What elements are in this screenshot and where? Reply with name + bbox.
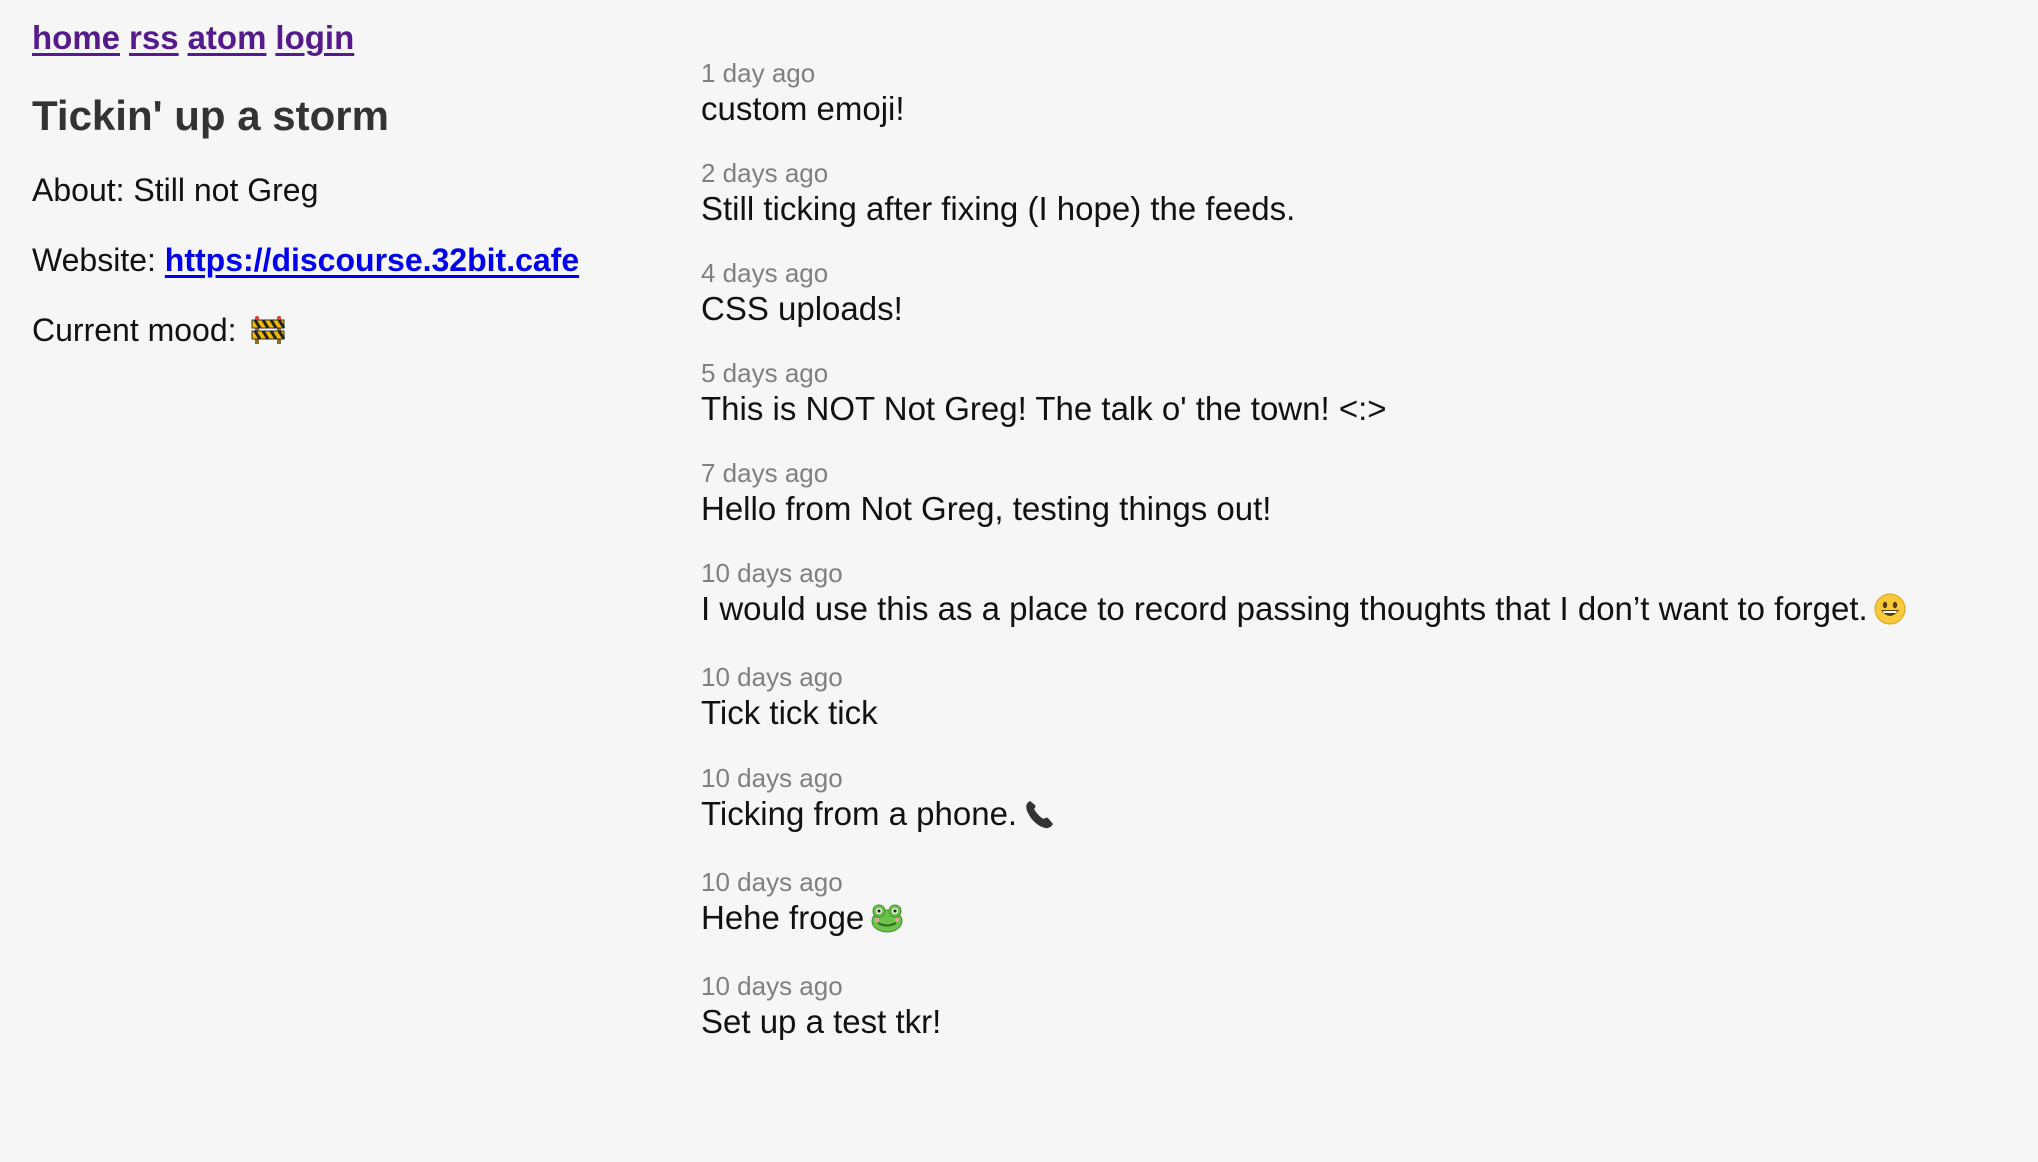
- tick-text-line: This is NOT Not Greg! The talk o' the to…: [701, 392, 1387, 426]
- telephone-receiver-icon: [1023, 798, 1057, 836]
- construction-barrier-icon: [251, 314, 286, 344]
- tick-message: Still ticking after fixing (I hope) the …: [701, 190, 1296, 227]
- tick-item: 10 days ago I would use this as a place t…: [701, 554, 1906, 631]
- tick-message: Hehe froge: [701, 899, 865, 936]
- tick-message: CSS uploads!: [701, 290, 903, 327]
- tick-item: 5 days ago This is NOT Not Greg! The talk…: [701, 354, 1387, 426]
- mood-label: Current mood:: [32, 312, 237, 348]
- tick-text-line: Still ticking after fixing (I hope) the …: [701, 192, 1295, 226]
- tick-timestamp: 2 days ago: [701, 158, 829, 188]
- tick-text-line: CSS uploads!: [701, 292, 903, 326]
- website-line: Website: https://discourse.32bit.cafe: [32, 240, 632, 280]
- tick-message: Hello from Not Greg, testing things out!: [701, 490, 1272, 527]
- tick-text-line: Ticking from a phone.: [701, 797, 1057, 836]
- about-line: About: Still not Greg: [32, 170, 632, 210]
- nav-rss-link[interactable]: rss: [129, 14, 179, 62]
- tick-message: Set up a test tkr!: [701, 1003, 942, 1040]
- nav-atom-link[interactable]: atom: [188, 14, 267, 62]
- grinning-face-icon: [1874, 593, 1906, 631]
- tick-item: 2 days ago Still ticking after fixing (I …: [701, 154, 1295, 226]
- tick-text-line: Set up a test tkr!: [701, 1005, 941, 1039]
- tick-text-line: Hehe froge: [701, 901, 904, 940]
- tick-item: 4 days ago CSS uploads!: [701, 254, 903, 326]
- page: home rss atom login Tickin' up a storm A…: [0, 0, 2038, 1162]
- tick-timestamp: 10 days ago: [701, 558, 843, 588]
- tick-item: 10 days ago Ticking from a phone.: [701, 759, 1057, 836]
- tick-item: 10 days ago Set up a test tkr!: [701, 967, 941, 1039]
- tick-message: Tick tick tick: [701, 694, 878, 731]
- tick-timestamp: 10 days ago: [701, 971, 843, 1001]
- tick-text-line: Tick tick tick: [701, 696, 878, 730]
- tick-timestamp: 1 day ago: [701, 58, 816, 88]
- tick-item: 10 days ago Hehe froge: [701, 863, 904, 940]
- tick-timestamp: 5 days ago: [701, 358, 829, 388]
- tick-timestamp: 4 days ago: [701, 258, 829, 288]
- sidebar: home rss atom login Tickin' up a storm A…: [32, 14, 632, 350]
- tick-item: 7 days ago Hello from Not Greg, testing t…: [701, 454, 1271, 526]
- tick-timestamp: 7 days ago: [701, 458, 829, 488]
- tick-message: I would use this as a place to record pa…: [701, 590, 1868, 627]
- tick-timestamp: 10 days ago: [701, 867, 843, 897]
- tick-item: 1 day ago custom emoji!: [701, 54, 905, 126]
- nav-home-link[interactable]: home: [32, 14, 120, 62]
- mood-line: Current mood:: [32, 310, 632, 350]
- about-value: Still not Greg: [133, 172, 319, 208]
- tick-timestamp: 10 days ago: [701, 662, 843, 692]
- tick-text-line: Hello from Not Greg, testing things out!: [701, 492, 1271, 526]
- frog-icon: [870, 902, 904, 940]
- website-link[interactable]: https://discourse.32bit.cafe: [165, 242, 579, 278]
- tick-message: Ticking from a phone.: [701, 795, 1018, 832]
- about-label: About:: [32, 172, 125, 208]
- website-label: Website:: [32, 242, 156, 278]
- tick-item: 10 days ago Tick tick tick: [701, 658, 878, 730]
- tick-text-line: custom emoji!: [701, 92, 905, 126]
- tick-message: custom emoji!: [701, 90, 905, 127]
- tick-message: This is NOT Not Greg! The talk o' the to…: [701, 390, 1387, 427]
- nav-login-link[interactable]: login: [275, 14, 354, 62]
- tick-text-line: I would use this as a place to record pa…: [701, 592, 1906, 631]
- page-title: Tickin' up a storm: [32, 92, 389, 139]
- top-nav: home rss atom login: [32, 14, 632, 62]
- tick-timestamp: 10 days ago: [701, 763, 843, 793]
